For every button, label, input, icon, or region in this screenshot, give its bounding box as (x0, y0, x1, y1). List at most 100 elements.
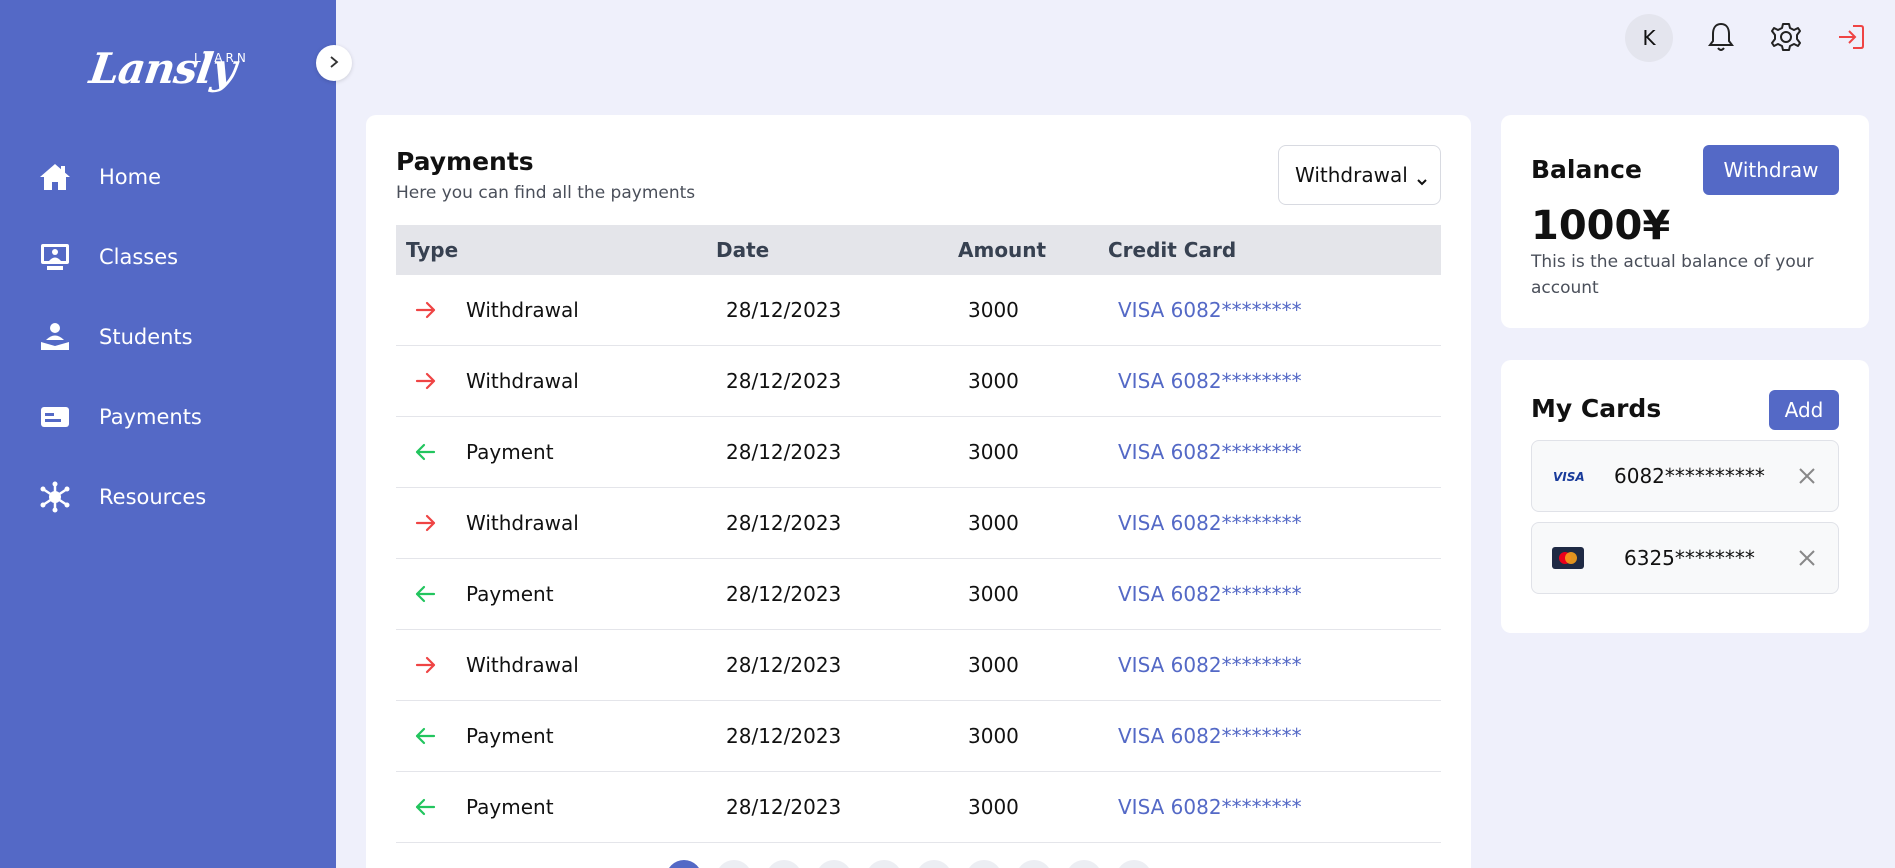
page-button[interactable] (716, 860, 752, 868)
chevron-down-icon (1416, 168, 1428, 192)
mastercard-icon (1550, 545, 1586, 571)
pagination (666, 860, 1152, 868)
visa-icon: VISA (1550, 463, 1586, 489)
row-type: Withdrawal (466, 298, 579, 322)
my-cards-title: My Cards (1531, 394, 1662, 423)
balance-card: Balance Withdraw 1000¥ This is the actua… (1501, 115, 1869, 328)
row-amount: 3000 (968, 795, 1019, 819)
row-credit-card[interactable]: VISA 6082******** (1118, 346, 1302, 416)
row-credit-card[interactable]: VISA 6082******** (1118, 417, 1302, 487)
balance-title: Balance (1531, 155, 1642, 184)
arrow-right-icon (414, 630, 438, 700)
row-date: 28/12/2023 (726, 298, 842, 322)
close-icon[interactable] (1792, 543, 1822, 573)
row-credit-card[interactable]: VISA 6082******** (1118, 772, 1302, 842)
card-number: 6082********** (1614, 464, 1765, 488)
row-amount: 3000 (968, 653, 1019, 677)
column-header-credit-card: Credit Card (1108, 238, 1237, 262)
bell-icon[interactable] (1702, 18, 1740, 56)
logo-sub: LEARN (194, 51, 249, 65)
table-row[interactable]: Payment 28/12/2023 3000 VISA 6082******** (396, 559, 1441, 630)
page-button[interactable] (1116, 860, 1152, 868)
sidebar: Lansly LEARN Home Classes Students Payme… (0, 0, 336, 868)
sidebar-item-home[interactable]: Home (0, 137, 336, 217)
row-date: 28/12/2023 (726, 724, 842, 748)
classroom-icon (38, 240, 72, 274)
row-date: 28/12/2023 (726, 511, 842, 535)
sidebar-item-payments[interactable]: Payments (0, 377, 336, 457)
row-date: 28/12/2023 (726, 795, 842, 819)
page-button[interactable] (866, 860, 902, 868)
column-header-type: Type (406, 238, 459, 262)
arrow-left-icon (414, 559, 438, 629)
app-logo[interactable]: Lansly LEARN (87, 44, 246, 93)
page-button[interactable] (816, 860, 852, 868)
table-header: Type Date Amount Credit Card (396, 225, 1441, 275)
sidebar-toggle-button[interactable] (316, 45, 352, 81)
table-row[interactable]: Payment 28/12/2023 3000 VISA 6082******** (396, 772, 1441, 843)
table-row[interactable]: Withdrawal 28/12/2023 3000 VISA 6082*******… (396, 488, 1441, 559)
table-body: Withdrawal 28/12/2023 3000 VISA 6082*******… (396, 275, 1441, 843)
column-header-date: Date (716, 238, 770, 262)
row-date: 28/12/2023 (726, 369, 842, 393)
close-icon[interactable] (1792, 461, 1822, 491)
avatar[interactable]: K (1625, 14, 1673, 62)
card-number: 6325******** (1624, 546, 1755, 570)
payments-card: Payments Here you can find all the payme… (366, 115, 1471, 868)
sidebar-nav: Home Classes Students Payments Resources (0, 137, 336, 537)
table-row[interactable]: Payment 28/12/2023 3000 VISA 6082******** (396, 417, 1441, 488)
sidebar-item-classes[interactable]: Classes (0, 217, 336, 297)
sidebar-item-students[interactable]: Students (0, 297, 336, 377)
card-icon (38, 400, 72, 434)
card-item-visa[interactable]: VISA 6082********** (1531, 440, 1839, 512)
row-credit-card[interactable]: VISA 6082******** (1118, 488, 1302, 558)
sidebar-item-label: Payments (99, 405, 202, 429)
row-type: Payment (466, 582, 554, 606)
row-credit-card[interactable]: VISA 6082******** (1118, 701, 1302, 771)
page-button[interactable] (916, 860, 952, 868)
sidebar-item-resources[interactable]: Resources (0, 457, 336, 537)
row-credit-card[interactable]: VISA 6082******** (1118, 630, 1302, 700)
arrow-left-icon (414, 701, 438, 771)
table-row[interactable]: Withdrawal 28/12/2023 3000 VISA 6082*******… (396, 630, 1441, 701)
sidebar-item-label: Resources (99, 485, 207, 509)
card-item-mastercard[interactable]: 6325******** (1531, 522, 1839, 594)
balance-amount: 1000¥ (1531, 203, 1671, 249)
page-button[interactable] (666, 860, 702, 868)
add-card-button[interactable]: Add (1769, 390, 1839, 430)
balance-description: This is the actual balance of your accou… (1531, 252, 1814, 298)
arrow-left-icon (414, 772, 438, 842)
gear-icon[interactable] (1767, 18, 1805, 56)
logout-icon[interactable] (1832, 18, 1870, 56)
page-button[interactable] (966, 860, 1002, 868)
sidebar-item-label: Classes (99, 245, 179, 269)
table-row[interactable]: Payment 28/12/2023 3000 VISA 6082******** (396, 701, 1441, 772)
sidebar-item-label: Students (99, 325, 193, 349)
page-button[interactable] (1066, 860, 1102, 868)
sidebar-item-label: Home (99, 165, 162, 189)
table-row[interactable]: Withdrawal 28/12/2023 3000 VISA 6082*******… (396, 275, 1441, 346)
chevron-right-icon (328, 55, 340, 72)
filter-value: Withdrawal (1295, 163, 1408, 187)
arrow-left-icon (414, 417, 438, 487)
type-filter-select[interactable]: Withdrawal (1278, 145, 1441, 205)
row-type: Payment (466, 724, 554, 748)
row-credit-card[interactable]: VISA 6082******** (1118, 559, 1302, 629)
row-amount: 3000 (968, 582, 1019, 606)
row-amount: 3000 (968, 298, 1019, 322)
payments-title: Payments (396, 147, 534, 176)
resources-icon (38, 480, 72, 514)
page-button[interactable] (1016, 860, 1052, 868)
withdraw-button[interactable]: Withdraw (1703, 145, 1839, 195)
payments-table: Type Date Amount Credit Card Withdrawal 2… (396, 225, 1441, 843)
row-type: Payment (466, 440, 554, 464)
student-icon (38, 320, 72, 354)
table-row[interactable]: Withdrawal 28/12/2023 3000 VISA 6082*******… (396, 346, 1441, 417)
row-credit-card[interactable]: VISA 6082******** (1118, 275, 1302, 345)
arrow-right-icon (414, 275, 438, 345)
row-date: 28/12/2023 (726, 582, 842, 606)
page-button[interactable] (766, 860, 802, 868)
row-amount: 3000 (968, 369, 1019, 393)
arrow-right-icon (414, 346, 438, 416)
my-cards-card: My Cards Add VISA 6082********** 6325***… (1501, 360, 1869, 633)
